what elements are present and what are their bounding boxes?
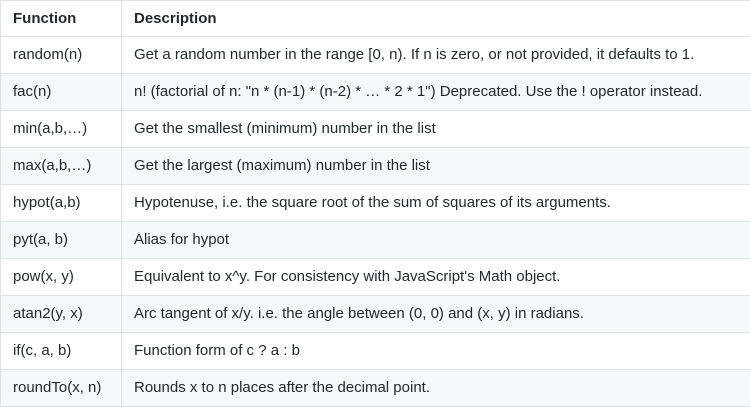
function-cell: atan2(y, x) bbox=[1, 296, 122, 333]
description-cell: Function form of c ? a : b bbox=[122, 333, 750, 370]
function-cell: hypot(a,b) bbox=[1, 185, 122, 222]
function-cell: roundTo(x, n) bbox=[1, 370, 122, 407]
table-row: if(c, a, b) Function form of c ? a : b bbox=[1, 333, 750, 370]
description-cell: Get the largest (maximum) number in the … bbox=[122, 148, 750, 185]
table-row: atan2(y, x) Arc tangent of x/y. i.e. the… bbox=[1, 296, 750, 333]
description-cell: Get the smallest (minimum) number in the… bbox=[122, 111, 750, 148]
function-cell: fac(n) bbox=[1, 74, 122, 111]
header-description: Description bbox=[122, 1, 750, 37]
header-row: Function Description bbox=[1, 1, 750, 37]
function-cell: min(a,b,…) bbox=[1, 111, 122, 148]
table-row: fac(n) n! (factorial of n: "n * (n-1) * … bbox=[1, 74, 750, 111]
table-row: roundTo(x, n) Rounds x to n places after… bbox=[1, 370, 750, 407]
table-header: Function Description bbox=[1, 1, 750, 37]
table-row: max(a,b,…) Get the largest (maximum) num… bbox=[1, 148, 750, 185]
function-cell: random(n) bbox=[1, 37, 122, 74]
functions-table: Function Description random(n) Get a ran… bbox=[0, 0, 750, 407]
description-cell: Equivalent to x^y. For consistency with … bbox=[122, 259, 750, 296]
description-cell: Get a random number in the range [0, n).… bbox=[122, 37, 750, 74]
table-row: pyt(a, b) Alias for hypot bbox=[1, 222, 750, 259]
function-cell: pyt(a, b) bbox=[1, 222, 122, 259]
table-body: random(n) Get a random number in the ran… bbox=[1, 37, 750, 407]
description-cell: Hypotenuse, i.e. the square root of the … bbox=[122, 185, 750, 222]
table-row: pow(x, y) Equivalent to x^y. For consist… bbox=[1, 259, 750, 296]
function-cell: max(a,b,…) bbox=[1, 148, 122, 185]
description-cell: Alias for hypot bbox=[122, 222, 750, 259]
function-cell: pow(x, y) bbox=[1, 259, 122, 296]
description-cell: n! (factorial of n: "n * (n-1) * (n-2) *… bbox=[122, 74, 750, 111]
description-cell: Rounds x to n places after the decimal p… bbox=[122, 370, 750, 407]
table-row: random(n) Get a random number in the ran… bbox=[1, 37, 750, 74]
function-cell: if(c, a, b) bbox=[1, 333, 122, 370]
description-cell: Arc tangent of x/y. i.e. the angle betwe… bbox=[122, 296, 750, 333]
header-function: Function bbox=[1, 1, 122, 37]
table-row: min(a,b,…) Get the smallest (minimum) nu… bbox=[1, 111, 750, 148]
table-row: hypot(a,b) Hypotenuse, i.e. the square r… bbox=[1, 185, 750, 222]
